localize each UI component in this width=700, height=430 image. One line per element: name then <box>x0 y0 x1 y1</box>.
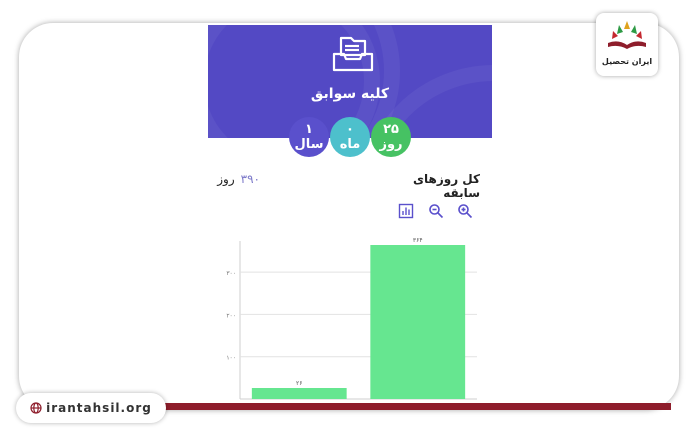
total-days-label: کل روزهای سابقه <box>413 172 480 200</box>
total-days-unit: روز <box>217 172 235 186</box>
y-tick-label: ۱۰۰ <box>226 355 236 362</box>
y-tick-label: ۳۰۰ <box>226 270 236 277</box>
days-value: ۲۵ <box>383 122 399 137</box>
days-badge: ۲۵ روز <box>371 117 411 157</box>
bar-value-label: ۲۶ <box>296 380 302 387</box>
globe-icon <box>30 402 42 414</box>
months-unit: ماه <box>339 137 361 152</box>
book-icon <box>608 21 646 49</box>
bar[interactable] <box>370 245 466 399</box>
days-unit: روز <box>379 137 403 152</box>
total-days-number: ۳۹۰ <box>240 172 260 186</box>
site-badge[interactable]: irantahsil.org <box>16 393 166 423</box>
brand-name: ایران تحصیل <box>601 57 653 66</box>
zoom-in-icon[interactable] <box>457 203 473 219</box>
zoom-out-icon[interactable] <box>428 203 444 219</box>
months-value: ۰ <box>346 122 354 137</box>
years-unit: سال <box>294 137 324 152</box>
footer-accent-bar <box>164 403 671 410</box>
brand-logo: ایران تحصیل <box>596 13 658 76</box>
years-badge: ۱ سال <box>289 117 329 157</box>
folder-tray-icon <box>332 36 374 72</box>
bar-chart-icon[interactable] <box>398 203 414 219</box>
bar-value-label: ۳۶۴ <box>413 238 423 244</box>
months-badge: ۰ ماه <box>330 117 370 157</box>
site-url: irantahsil.org <box>46 401 152 415</box>
y-tick-label: ۲۰۰ <box>226 312 236 319</box>
days-bar-chart: ۱۰۰ ۲۰۰ ۳۰۰ ۲۶ ۳۶۴ <box>226 238 477 400</box>
bar[interactable] <box>251 388 347 399</box>
page-title: کلیه سوابق <box>310 86 390 102</box>
years-value: ۱ <box>305 122 313 137</box>
total-days-value: ۳۹۰ روز <box>210 172 260 186</box>
